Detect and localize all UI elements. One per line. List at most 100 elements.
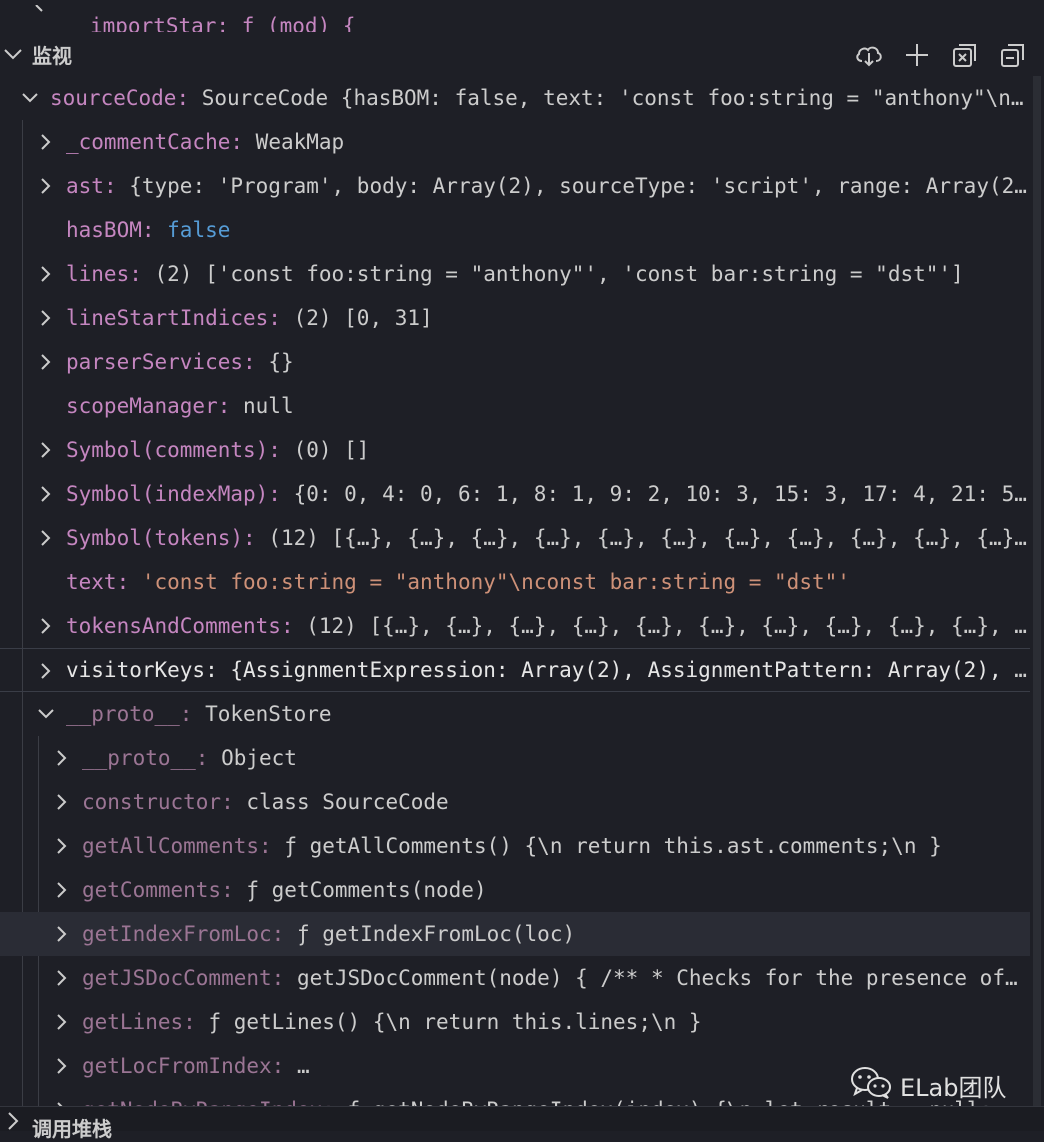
entry-separator: : — [268, 306, 294, 330]
entry-value: 'const foo:string = "anthony"\nconst bar… — [141, 570, 850, 594]
chevron-right-icon[interactable] — [2, 1110, 24, 1135]
chevron-right-icon[interactable] — [52, 912, 72, 956]
watch-tree-row[interactable]: getAllComments: ƒ getAllComments() {\n r… — [0, 824, 1030, 868]
chevron-down-icon[interactable] — [2, 44, 24, 69]
watch-tree-row[interactable]: Symbol(indexMap): {0: 0, 4: 0, 6: 1, 8: … — [0, 472, 1030, 516]
watch-entry: tokensAndComments: (12) [{…}, {…}, {…}, … — [66, 604, 1030, 648]
watch-tree-row[interactable]: text: 'const foo:string = "anthony"\ncon… — [0, 560, 1030, 604]
entry-key: Symbol(indexMap) — [66, 482, 269, 506]
watch-tree-row[interactable]: tokensAndComments: (12) [{…}, {…}, {…}, … — [0, 604, 1030, 648]
entry-key: visitorKeys — [66, 658, 206, 682]
watch-tree-row[interactable]: Symbol(tokens): (12) [{…}, {…}, {…}, {…}… — [0, 516, 1030, 560]
chevron-right-icon[interactable] — [52, 824, 72, 868]
chevron-right-icon[interactable] — [36, 164, 56, 208]
entry-key: ast — [66, 174, 104, 198]
watch-entry: __proto__: TokenStore — [66, 692, 1030, 736]
entry-value: {} — [268, 350, 294, 374]
watch-tree-row[interactable]: __proto__: Object — [0, 736, 1030, 780]
chevron-right-icon[interactable] — [30, 0, 50, 24]
watch-entry: scopeManager: null — [66, 384, 1030, 428]
watch-entry: Symbol(comments): (0) [] — [66, 428, 1030, 472]
watch-tree: sourceCode: SourceCode {hasBOM: false, t… — [0, 76, 1030, 1132]
chevron-right-icon[interactable] — [36, 120, 56, 164]
entry-value: WeakMap — [255, 130, 345, 154]
entry-key: getLocFromIndex — [82, 1054, 272, 1078]
add-expression-icon[interactable] — [900, 40, 934, 70]
chevron-right-icon[interactable] — [36, 604, 56, 648]
entry-key: getAllComments — [82, 834, 260, 858]
watch-tree-row[interactable]: scopeManager: null — [0, 384, 1030, 428]
watch-entry: Symbol(tokens): (12) [{…}, {…}, {…}, {…}… — [66, 516, 1030, 560]
chevron-right-icon[interactable] — [36, 340, 56, 384]
entry-separator: : — [179, 702, 206, 726]
watch-panel-actions — [852, 40, 1030, 70]
entry-value: (12) [{…}, {…}, {…}, {…}, {…}, {…}, {…},… — [306, 614, 1030, 638]
watch-tree-row[interactable]: sourceCode: SourceCode {hasBOM: false, t… — [0, 76, 1030, 120]
watch-tree-row[interactable]: getJSDocComment: getJSDocComment(node) {… — [0, 956, 1030, 1000]
watermark: ELab团队 — [850, 1066, 1006, 1105]
chevron-right-icon[interactable] — [36, 472, 56, 516]
watch-tree-row[interactable]: constructor: class SourceCode — [0, 780, 1030, 824]
watch-entry: lines: (2) ['const foo:string = "anthony… — [66, 252, 1030, 296]
chevron-right-icon[interactable] — [36, 252, 56, 296]
watch-tree-row[interactable]: Symbol(comments): (0) [] — [0, 428, 1030, 472]
watch-panel-header[interactable]: 监视 — [0, 32, 1044, 76]
remove-all-icon[interactable] — [948, 40, 982, 70]
watch-tree-row[interactable]: getLines: ƒ getLines() {\n return this.l… — [0, 1000, 1030, 1044]
watch-panel-title: 监视 — [32, 44, 72, 68]
entry-separator: : — [195, 746, 222, 770]
watch-tree-row[interactable]: _commentCache: WeakMap — [0, 120, 1030, 164]
vertical-scrollbar[interactable] — [1030, 76, 1044, 1130]
chevron-right-icon[interactable] — [52, 868, 72, 912]
watch-tree-row[interactable]: getIndexFromLoc: ƒ getIndexFromLoc(loc) — [0, 912, 1030, 956]
entry-value: getJSDocComment(node) { /** * Checks for… — [296, 966, 1030, 990]
watch-tree-row[interactable]: lines: (2) ['const foo:string = "anthony… — [0, 252, 1030, 296]
entry-separator: : — [271, 966, 297, 990]
previous-panel-edge: importStar: ƒ (mod) { — [0, 0, 1044, 32]
chevron-down-icon[interactable] — [36, 692, 56, 736]
watch-entry: sourceCode: SourceCode {hasBOM: false, t… — [50, 76, 1030, 120]
entry-separator: : — [221, 878, 247, 902]
watch-entry: _commentCache: WeakMap — [66, 120, 1030, 164]
chevron-right-icon[interactable] — [52, 956, 72, 1000]
refresh-icon[interactable] — [852, 40, 886, 70]
entry-separator: : — [243, 350, 269, 374]
entry-separator: : — [205, 658, 231, 682]
entry-separator: : — [221, 790, 247, 814]
watch-entry: getComments: ƒ getComments(node) — [82, 868, 1030, 912]
entry-separator: : — [259, 834, 285, 858]
watch-tree-row[interactable]: __proto__: TokenStore — [0, 692, 1030, 736]
chevron-right-icon[interactable] — [36, 649, 56, 691]
chevron-right-icon[interactable] — [52, 1044, 72, 1088]
collapse-all-icon[interactable] — [996, 40, 1030, 70]
call-stack-panel-header[interactable]: 调用堆栈 — [0, 1106, 1044, 1141]
chevron-right-icon[interactable] — [52, 1000, 72, 1044]
entry-value: (2) ['const foo:string = "anthony"', 'co… — [154, 262, 964, 286]
chevron-right-icon[interactable] — [36, 428, 56, 472]
chevron-down-icon[interactable] — [20, 76, 40, 120]
entry-separator: : — [268, 482, 294, 506]
watch-tree-row[interactable]: ast: {type: 'Program', body: Array(2), s… — [0, 164, 1030, 208]
entry-separator: : — [176, 86, 202, 110]
watch-tree-row[interactable]: getComments: ƒ getComments(node) — [0, 868, 1030, 912]
watch-entry: text: 'const foo:string = "anthony"\ncon… — [66, 560, 1030, 604]
chevron-right-icon[interactable] — [52, 780, 72, 824]
scrollbar-thumb[interactable] — [1033, 76, 1041, 1116]
chevron-right-icon[interactable] — [36, 516, 56, 560]
watch-entry: getIndexFromLoc: ƒ getIndexFromLoc(loc) — [82, 912, 1030, 956]
entry-key: hasBOM — [66, 218, 142, 242]
chevron-right-icon[interactable] — [52, 736, 72, 780]
watch-tree-row[interactable]: parserServices: {} — [0, 340, 1030, 384]
watermark-label: ELab团队 — [900, 1074, 1007, 1102]
entry-value: null — [243, 394, 294, 418]
entry-value: class SourceCode — [246, 790, 449, 814]
entry-key: lineStartIndices — [66, 306, 269, 330]
entry-key: getJSDocComment — [82, 966, 272, 990]
entry-key: _commentCache — [66, 130, 231, 154]
watch-tree-row[interactable]: lineStartIndices: (2) [0, 31] — [0, 296, 1030, 340]
entry-separator: : — [271, 922, 297, 946]
watch-entry: ast: {type: 'Program', body: Array(2), s… — [66, 164, 1030, 208]
watch-tree-row[interactable]: hasBOM: false — [0, 208, 1030, 252]
watch-tree-row[interactable]: visitorKeys: {AssignmentExpression: Arra… — [0, 648, 1030, 692]
chevron-right-icon[interactable] — [36, 296, 56, 340]
